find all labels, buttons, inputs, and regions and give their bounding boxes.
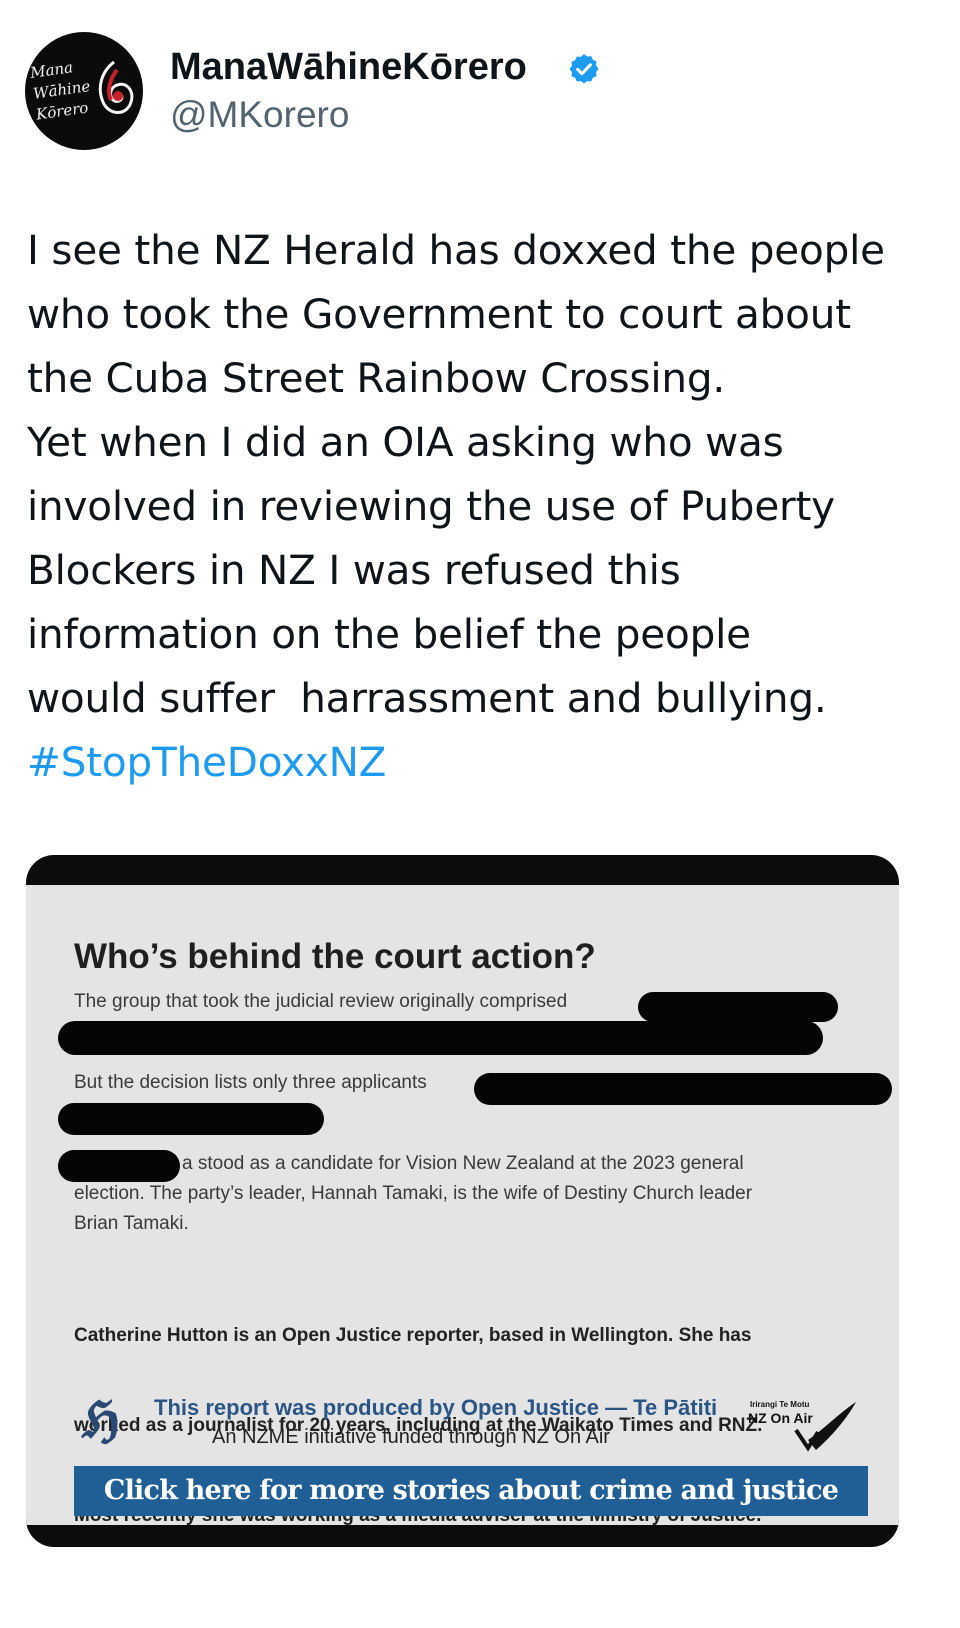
tweet-line: would suffer harrassment and bullying. [27,674,827,722]
redaction-mark [474,1073,892,1105]
tweet-line: Yet when I did an OIA asking who was [27,418,784,466]
tweet-line: the Cuba Street Rainbow Crossing. [27,354,726,402]
article-title: Who’s behind the court action? [74,937,596,976]
redaction-mark [638,992,838,1022]
display-name[interactable]: ManaWāhineKōrero [170,44,527,90]
tweet-line: I see the NZ Herald has doxxed the peopl… [27,226,885,274]
redaction-mark [58,1103,324,1135]
nz-herald-logo-icon: ℌ [82,1390,120,1449]
credit-subline: An NZME initiative funded through NZ On … [212,1426,610,1448]
tweet-line: information on the belief the people [27,610,751,658]
article-paragraph: a stood as a candidate for Vision New Ze… [182,1153,744,1174]
handle[interactable]: @MKorero [170,93,349,137]
tweet-line: who took the Government to court about [27,290,851,338]
tweet-line: Blockers in NZ I was refused this [27,546,681,594]
redaction-mark [58,1021,823,1055]
more-stories-banner[interactable]: Click here for more stories about crime … [74,1466,868,1516]
tweet-media-image[interactable]: Who’s behind the court action? The group… [26,855,899,1547]
nz-on-air-logo: Irirangi Te Motu NZ On Air [748,1400,858,1460]
article-paragraph: Brian Tamaki. [74,1213,189,1234]
nz-on-air-swoosh-icon [794,1402,856,1452]
verified-badge-icon [569,54,599,84]
article-paragraph: election. The party’s leader, Hannah Tam… [74,1183,753,1204]
redaction-mark [58,1150,180,1182]
tweet-text: I see the NZ Herald has doxxed the peopl… [27,218,937,794]
avatar[interactable]: Mana Wāhine Kōrero [25,32,143,150]
credit-line: This report was produced by Open Justice… [154,1395,718,1420]
article-screenshot: Who’s behind the court action? The group… [26,885,899,1526]
hashtag-link[interactable]: #StopTheDoxxNZ [27,730,937,794]
tweet-line: involved in reviewing the use of Puberty [27,482,835,530]
spiral-logo-icon [98,60,134,114]
